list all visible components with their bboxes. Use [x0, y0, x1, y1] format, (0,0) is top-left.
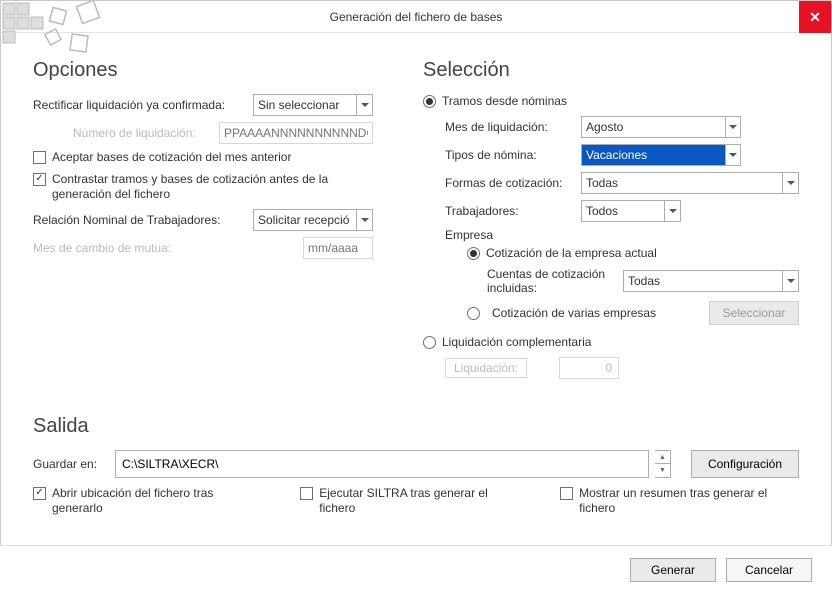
relacion-nominal-select[interactable]: Solicitar recepció — [253, 209, 373, 231]
abrir-ubicacion-label: Abrir ubicación del fichero tras generar… — [52, 486, 260, 517]
check-icon: ✓ — [35, 488, 43, 498]
cuentas-incluidas-select[interactable]: Todas — [623, 270, 799, 292]
formas-cotizacion-label: Formas de cotización: — [445, 176, 575, 190]
mes-cambio-mutua-input — [303, 237, 373, 259]
rectificar-label: Rectificar liquidación ya confirmada: — [33, 98, 225, 112]
rectificar-select[interactable]: Sin seleccionar — [253, 94, 373, 116]
formas-cotizacion-value: Todas — [582, 176, 782, 190]
chevron-up-icon: ▲ — [655, 451, 670, 465]
chevron-down-icon — [782, 173, 798, 193]
cuentas-incluidas-label: Cuentas de cotización incluidas: — [487, 267, 617, 295]
mostrar-resumen-label: Mostrar un resumen tras generar el fiche… — [579, 486, 799, 517]
radio-dot-icon — [470, 250, 477, 257]
empresa-label: Empresa — [445, 228, 493, 242]
ejecutar-siltra-checkbox[interactable] — [300, 487, 313, 500]
contrastar-tramos-checkbox[interactable]: ✓ — [33, 173, 46, 186]
numero-liquidacion-label: Número de liquidación: — [33, 126, 196, 140]
aceptar-bases-checkbox[interactable] — [33, 151, 46, 164]
relacion-nominal-value: Solicitar recepció — [254, 213, 356, 227]
cotizacion-actual-radio[interactable] — [467, 247, 480, 260]
mes-liquidacion-value: Agosto — [586, 120, 623, 134]
generar-button[interactable]: Generar — [630, 558, 716, 582]
abrir-ubicacion-checkbox[interactable]: ✓ — [33, 487, 46, 500]
tramos-nominas-label: Tramos desde nóminas — [442, 94, 567, 110]
cotizacion-varias-radio[interactable] — [467, 307, 480, 320]
dialog-footer: Generar Cancelar — [0, 545, 832, 593]
close-button[interactable]: ✕ — [799, 1, 831, 33]
seleccion-heading: Selección — [423, 59, 799, 82]
contrastar-tramos-label: Contrastar tramos y bases de cotización … — [52, 172, 373, 203]
chevron-down-icon — [664, 201, 680, 221]
formas-cotizacion-select[interactable]: Todas — [581, 172, 799, 194]
trabajadores-value: Todos — [582, 204, 664, 218]
mes-liquidacion-select[interactable]: Agosto — [581, 116, 741, 138]
radio-dot-icon — [426, 98, 433, 105]
relacion-nominal-label: Relación Nominal de Trabajadores: — [33, 213, 220, 227]
ejecutar-siltra-label: Ejecutar SILTRA tras generar el fichero — [319, 486, 520, 517]
mes-cambio-mutua-label: Mes de cambio de mutua: — [33, 241, 171, 255]
mes-liquidacion-label: Mes de liquidación: — [445, 120, 575, 134]
guardar-en-label: Guardar en: — [33, 450, 109, 478]
trabajadores-select[interactable]: Todos — [581, 200, 681, 222]
tramos-nominas-radio[interactable] — [423, 95, 436, 108]
titlebar: Generación del fichero de bases ✕ — [1, 1, 831, 33]
salida-heading: Salida — [33, 415, 799, 438]
cancelar-button[interactable]: Cancelar — [726, 558, 812, 582]
cotizacion-varias-label: Cotización de varias empresas — [492, 306, 656, 320]
liquidacion-value: 0 — [559, 357, 619, 379]
path-spinner[interactable]: ▲ ▼ — [655, 450, 671, 478]
tipos-nomina-value: Vacaciones — [586, 148, 647, 162]
check-icon: ✓ — [35, 174, 43, 184]
guardar-en-input[interactable] — [115, 450, 649, 478]
aceptar-bases-label: Aceptar bases de cotización del mes ante… — [52, 150, 291, 166]
chevron-down-icon — [725, 144, 741, 166]
liquidacion-comp-radio[interactable] — [423, 336, 436, 349]
numero-liquidacion-input — [219, 122, 373, 144]
tipos-nomina-select[interactable]: Vacaciones — [581, 144, 741, 166]
mostrar-resumen-checkbox[interactable] — [560, 487, 573, 500]
chevron-down-icon: ▼ — [655, 464, 670, 477]
close-icon: ✕ — [809, 9, 821, 26]
chevron-down-icon — [356, 95, 372, 115]
opciones-heading: Opciones — [33, 59, 373, 82]
trabajadores-label: Trabajadores: — [445, 204, 575, 218]
rectificar-value: Sin seleccionar — [254, 98, 356, 112]
chevron-down-icon — [356, 210, 372, 230]
liquidacion-comp-label: Liquidación complementaria — [442, 335, 591, 351]
cuentas-incluidas-value: Todas — [624, 274, 782, 288]
chevron-down-icon — [725, 116, 741, 138]
liquidacion-label: Liquidación: — [445, 358, 527, 378]
configuracion-button[interactable]: Configuración — [691, 450, 799, 478]
tipos-nomina-label: Tipos de nómina: — [445, 148, 575, 162]
cotizacion-actual-label: Cotización de la empresa actual — [486, 246, 657, 262]
window-title: Generación del fichero de bases — [330, 10, 503, 24]
seleccionar-button: Seleccionar — [709, 301, 799, 325]
chevron-down-icon — [782, 271, 798, 291]
